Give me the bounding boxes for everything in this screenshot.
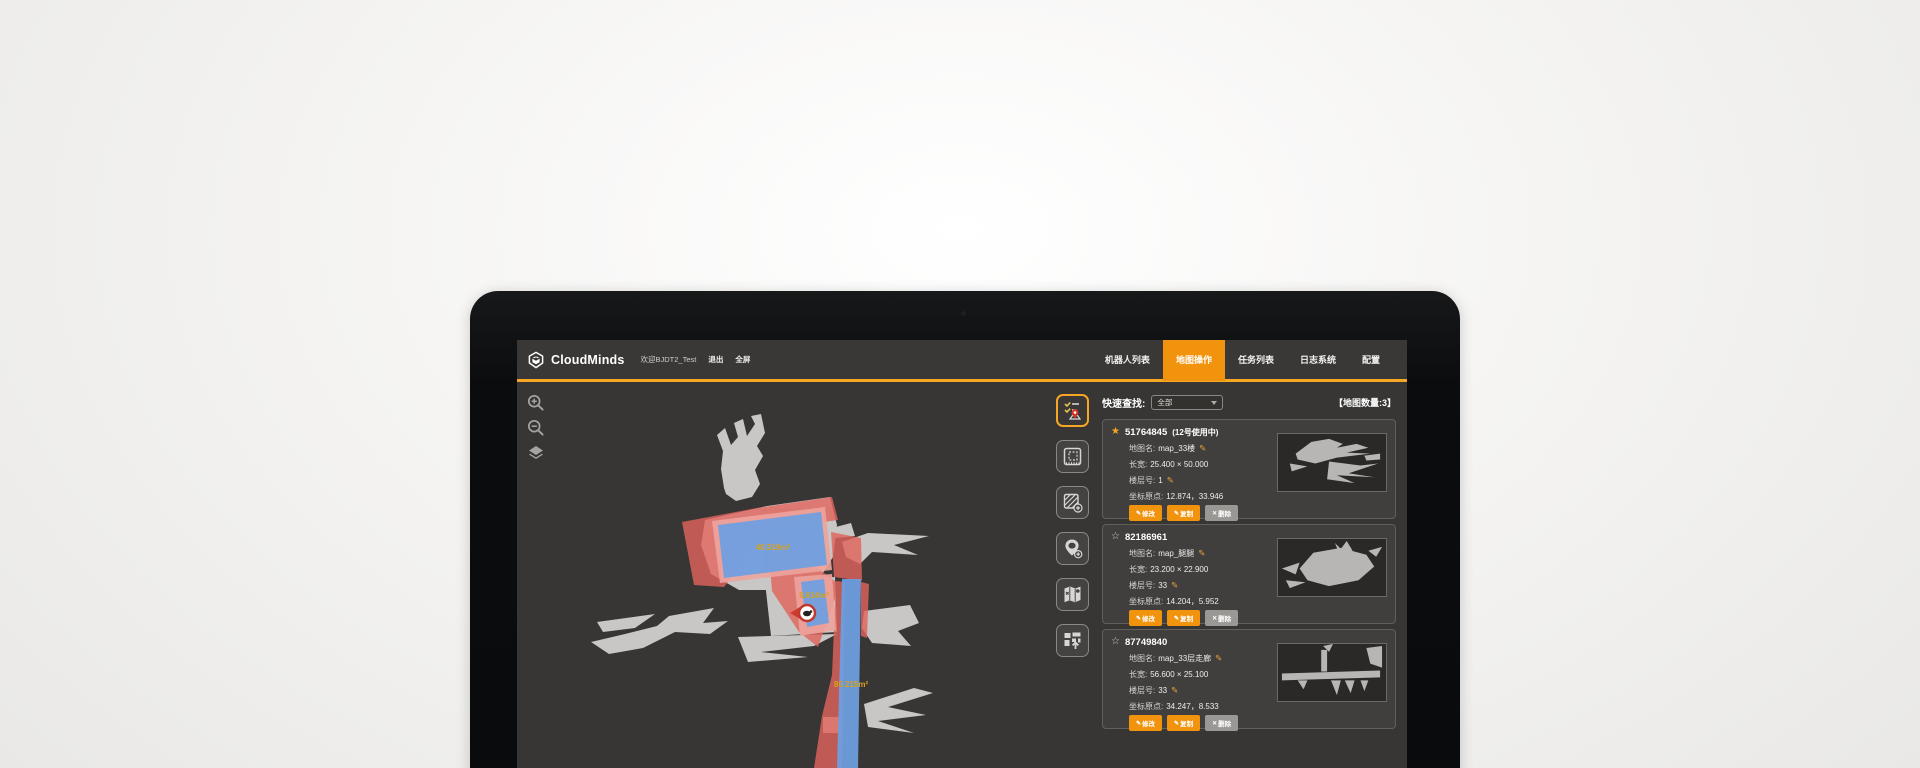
map-filter-select[interactable]: 全部 [1151, 395, 1223, 410]
modify-button[interactable]: ✎修改 [1129, 505, 1162, 521]
card-actions: ✎修改 ✎复制 ✕删除 [1129, 610, 1387, 626]
map-controls [525, 393, 547, 465]
main-nav: 机器人列表 地图操作 任务列表 日志系统 配置 [1092, 340, 1407, 381]
card-actions: ✎修改 ✎复制 ✕删除 [1129, 505, 1387, 521]
modify-button[interactable]: ✎修改 [1129, 610, 1162, 626]
tool-task-points-button[interactable] [1056, 394, 1089, 427]
edit-pencil-icon[interactable]: ✎ [1215, 653, 1222, 664]
brand-name: CloudMinds [551, 353, 625, 367]
zoom-in-icon [527, 394, 545, 412]
cloudminds-logo-icon [527, 351, 545, 369]
slam-map-canvas[interactable]: 40.519m² 8.614m² 80.215m² [517, 385, 1053, 768]
brand: CloudMinds [517, 351, 625, 369]
layers-icon [527, 444, 545, 462]
nav-log-system[interactable]: 日志系统 [1287, 340, 1349, 381]
map-marker-icon [1062, 584, 1083, 605]
map-thumbnail [1277, 643, 1387, 702]
add-point-icon [1062, 538, 1083, 559]
favorite-star-icon[interactable]: ★ [1111, 427, 1120, 437]
app-header: CloudMinds 欢迎BJDT2_Test 退出 全屏 机器人列表 地图操作… [517, 340, 1407, 382]
upload-map-icon [1062, 630, 1083, 651]
area-label-3: 80.215m² [834, 680, 869, 689]
quick-find-label: 快速查找: [1102, 395, 1145, 410]
edit-pencil-icon[interactable]: ✎ [1199, 443, 1206, 454]
edit-pencil-icon[interactable]: ✎ [1167, 475, 1174, 486]
map-in-use-tag: (12号使用中) [1172, 427, 1218, 438]
tool-map-marker-button[interactable] [1056, 578, 1089, 611]
nav-task-list[interactable]: 任务列表 [1225, 340, 1287, 381]
fullscreen-link[interactable]: 全屏 [735, 354, 750, 365]
tool-measure-button[interactable] [1056, 440, 1089, 473]
tool-upload-map-button[interactable] [1056, 624, 1089, 657]
zoom-in-button[interactable] [525, 393, 547, 415]
map-count-badge: 【地图数量:3】 [1334, 396, 1396, 409]
map-toolbar [1053, 385, 1092, 768]
map-thumbnail [1277, 433, 1387, 492]
modify-button[interactable]: ✎修改 [1129, 715, 1162, 731]
edit-pencil-icon[interactable]: ✎ [1171, 685, 1178, 696]
zoom-out-icon [527, 419, 545, 437]
welcome-text: 欢迎BJDT2_Test [641, 354, 697, 365]
zoom-out-button[interactable] [525, 418, 547, 440]
app-screen: CloudMinds 欢迎BJDT2_Test 退出 全屏 机器人列表 地图操作… [517, 340, 1407, 768]
area-label-1: 40.519m² [756, 543, 791, 552]
delete-button[interactable]: ✕删除 [1205, 505, 1238, 521]
nav-robot-list[interactable]: 机器人列表 [1092, 340, 1163, 381]
logout-link[interactable]: 退出 [708, 354, 723, 365]
map-id: 82186961 [1125, 532, 1167, 543]
chevron-down-icon [1211, 401, 1217, 405]
map-thumbnail [1277, 538, 1387, 597]
measure-icon [1062, 446, 1083, 467]
favorite-star-icon[interactable]: ☆ [1111, 532, 1120, 542]
card-actions: ✎修改 ✎复制 ✕删除 [1129, 715, 1387, 731]
area-label-2: 8.614m² [799, 591, 829, 600]
nav-configuration[interactable]: 配置 [1349, 340, 1393, 381]
quick-find-bar: 快速查找: 全部 【地图数量:3】 [1102, 394, 1396, 411]
copy-button[interactable]: ✎复制 [1167, 505, 1200, 521]
map-id: 51764845 [1125, 427, 1167, 438]
app-body: 40.519m² 8.614m² 80.215m² [517, 385, 1407, 768]
map-card[interactable]: ☆ 82186961 地图名: map_腿腿 ✎ 长宽: 23.200 × 22… [1102, 524, 1396, 624]
copy-button[interactable]: ✎复制 [1167, 715, 1200, 731]
delete-button[interactable]: ✕删除 [1205, 715, 1238, 731]
task-points-icon [1062, 400, 1083, 421]
map-list-panel: 快速查找: 全部 【地图数量:3】 ★ 51764845 (12号使用中) [1092, 385, 1407, 768]
laptop-mockup: CloudMinds 欢迎BJDT2_Test 退出 全屏 机器人列表 地图操作… [470, 291, 1460, 768]
map-id: 87749840 [1125, 637, 1167, 648]
nav-map-operations[interactable]: 地图操作 [1163, 340, 1225, 381]
tool-add-point-button[interactable] [1056, 532, 1089, 565]
edit-pencil-icon[interactable]: ✎ [1171, 580, 1178, 591]
map-card[interactable]: ☆ 87749840 地图名: map_33层走廊 ✎ 长宽: 56.600 ×… [1102, 629, 1396, 729]
map-filter-value: 全部 [1157, 397, 1211, 408]
tool-add-region-button[interactable] [1056, 486, 1089, 519]
layers-button[interactable] [525, 443, 547, 465]
webcam-dot [961, 311, 966, 316]
add-region-icon [1062, 492, 1083, 513]
favorite-star-icon[interactable]: ☆ [1111, 637, 1120, 647]
map-card[interactable]: ★ 51764845 (12号使用中) 地图名: map_33楼 ✎ 长宽: 2… [1102, 419, 1396, 519]
edit-pencil-icon[interactable]: ✎ [1198, 548, 1205, 559]
delete-button[interactable]: ✕删除 [1205, 610, 1238, 626]
copy-button[interactable]: ✎复制 [1167, 610, 1200, 626]
map-view[interactable]: 40.519m² 8.614m² 80.215m² [517, 385, 1053, 768]
